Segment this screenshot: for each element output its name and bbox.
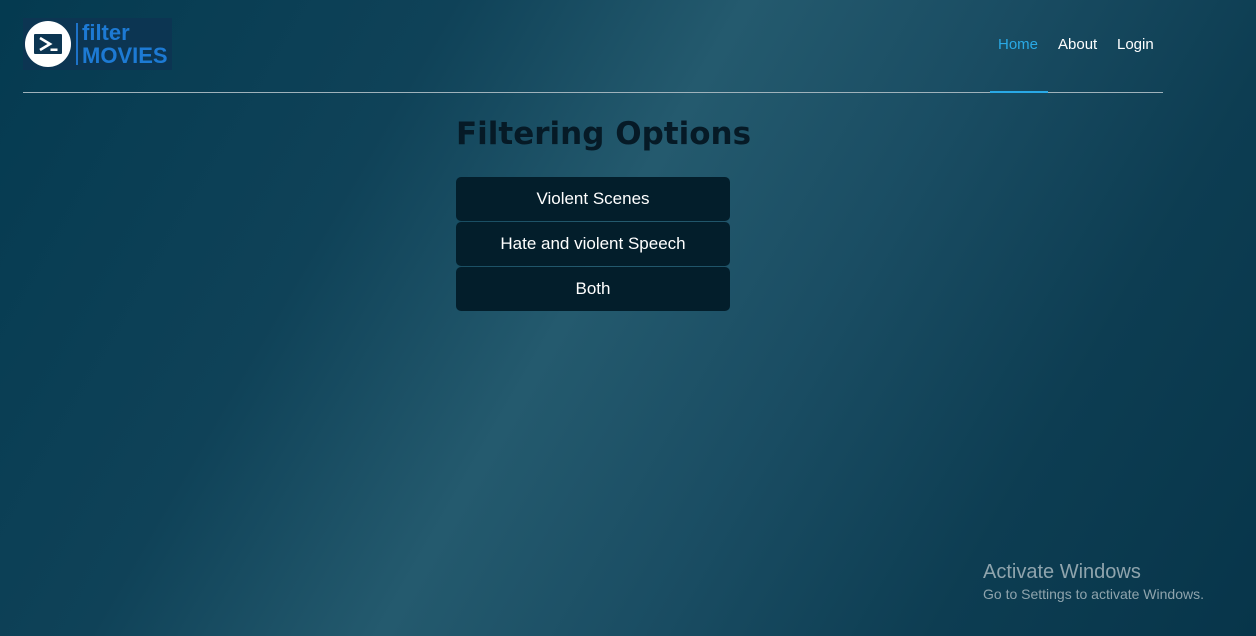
violent-scenes-button[interactable]: Violent Scenes (456, 177, 730, 221)
active-nav-indicator (990, 91, 1048, 93)
nav-about-link[interactable]: About (1058, 36, 1097, 53)
watermark-title: Activate Windows (983, 561, 1141, 583)
page-title: Filtering Options (456, 116, 752, 152)
watermark-subtitle: Go to Settings to activate Windows. (983, 586, 1204, 602)
filter-options-list: Violent Scenes Hate and violent Speech B… (456, 177, 730, 311)
nav-login-link[interactable]: Login (1117, 36, 1154, 53)
windows-activation-watermark: Activate Windows Go to Settings to activ… (983, 561, 1204, 602)
both-button[interactable]: Both (456, 267, 730, 311)
top-nav: Home About Login (0, 36, 1256, 56)
hate-speech-button[interactable]: Hate and violent Speech (456, 222, 730, 266)
nav-home-link[interactable]: Home (998, 36, 1038, 53)
